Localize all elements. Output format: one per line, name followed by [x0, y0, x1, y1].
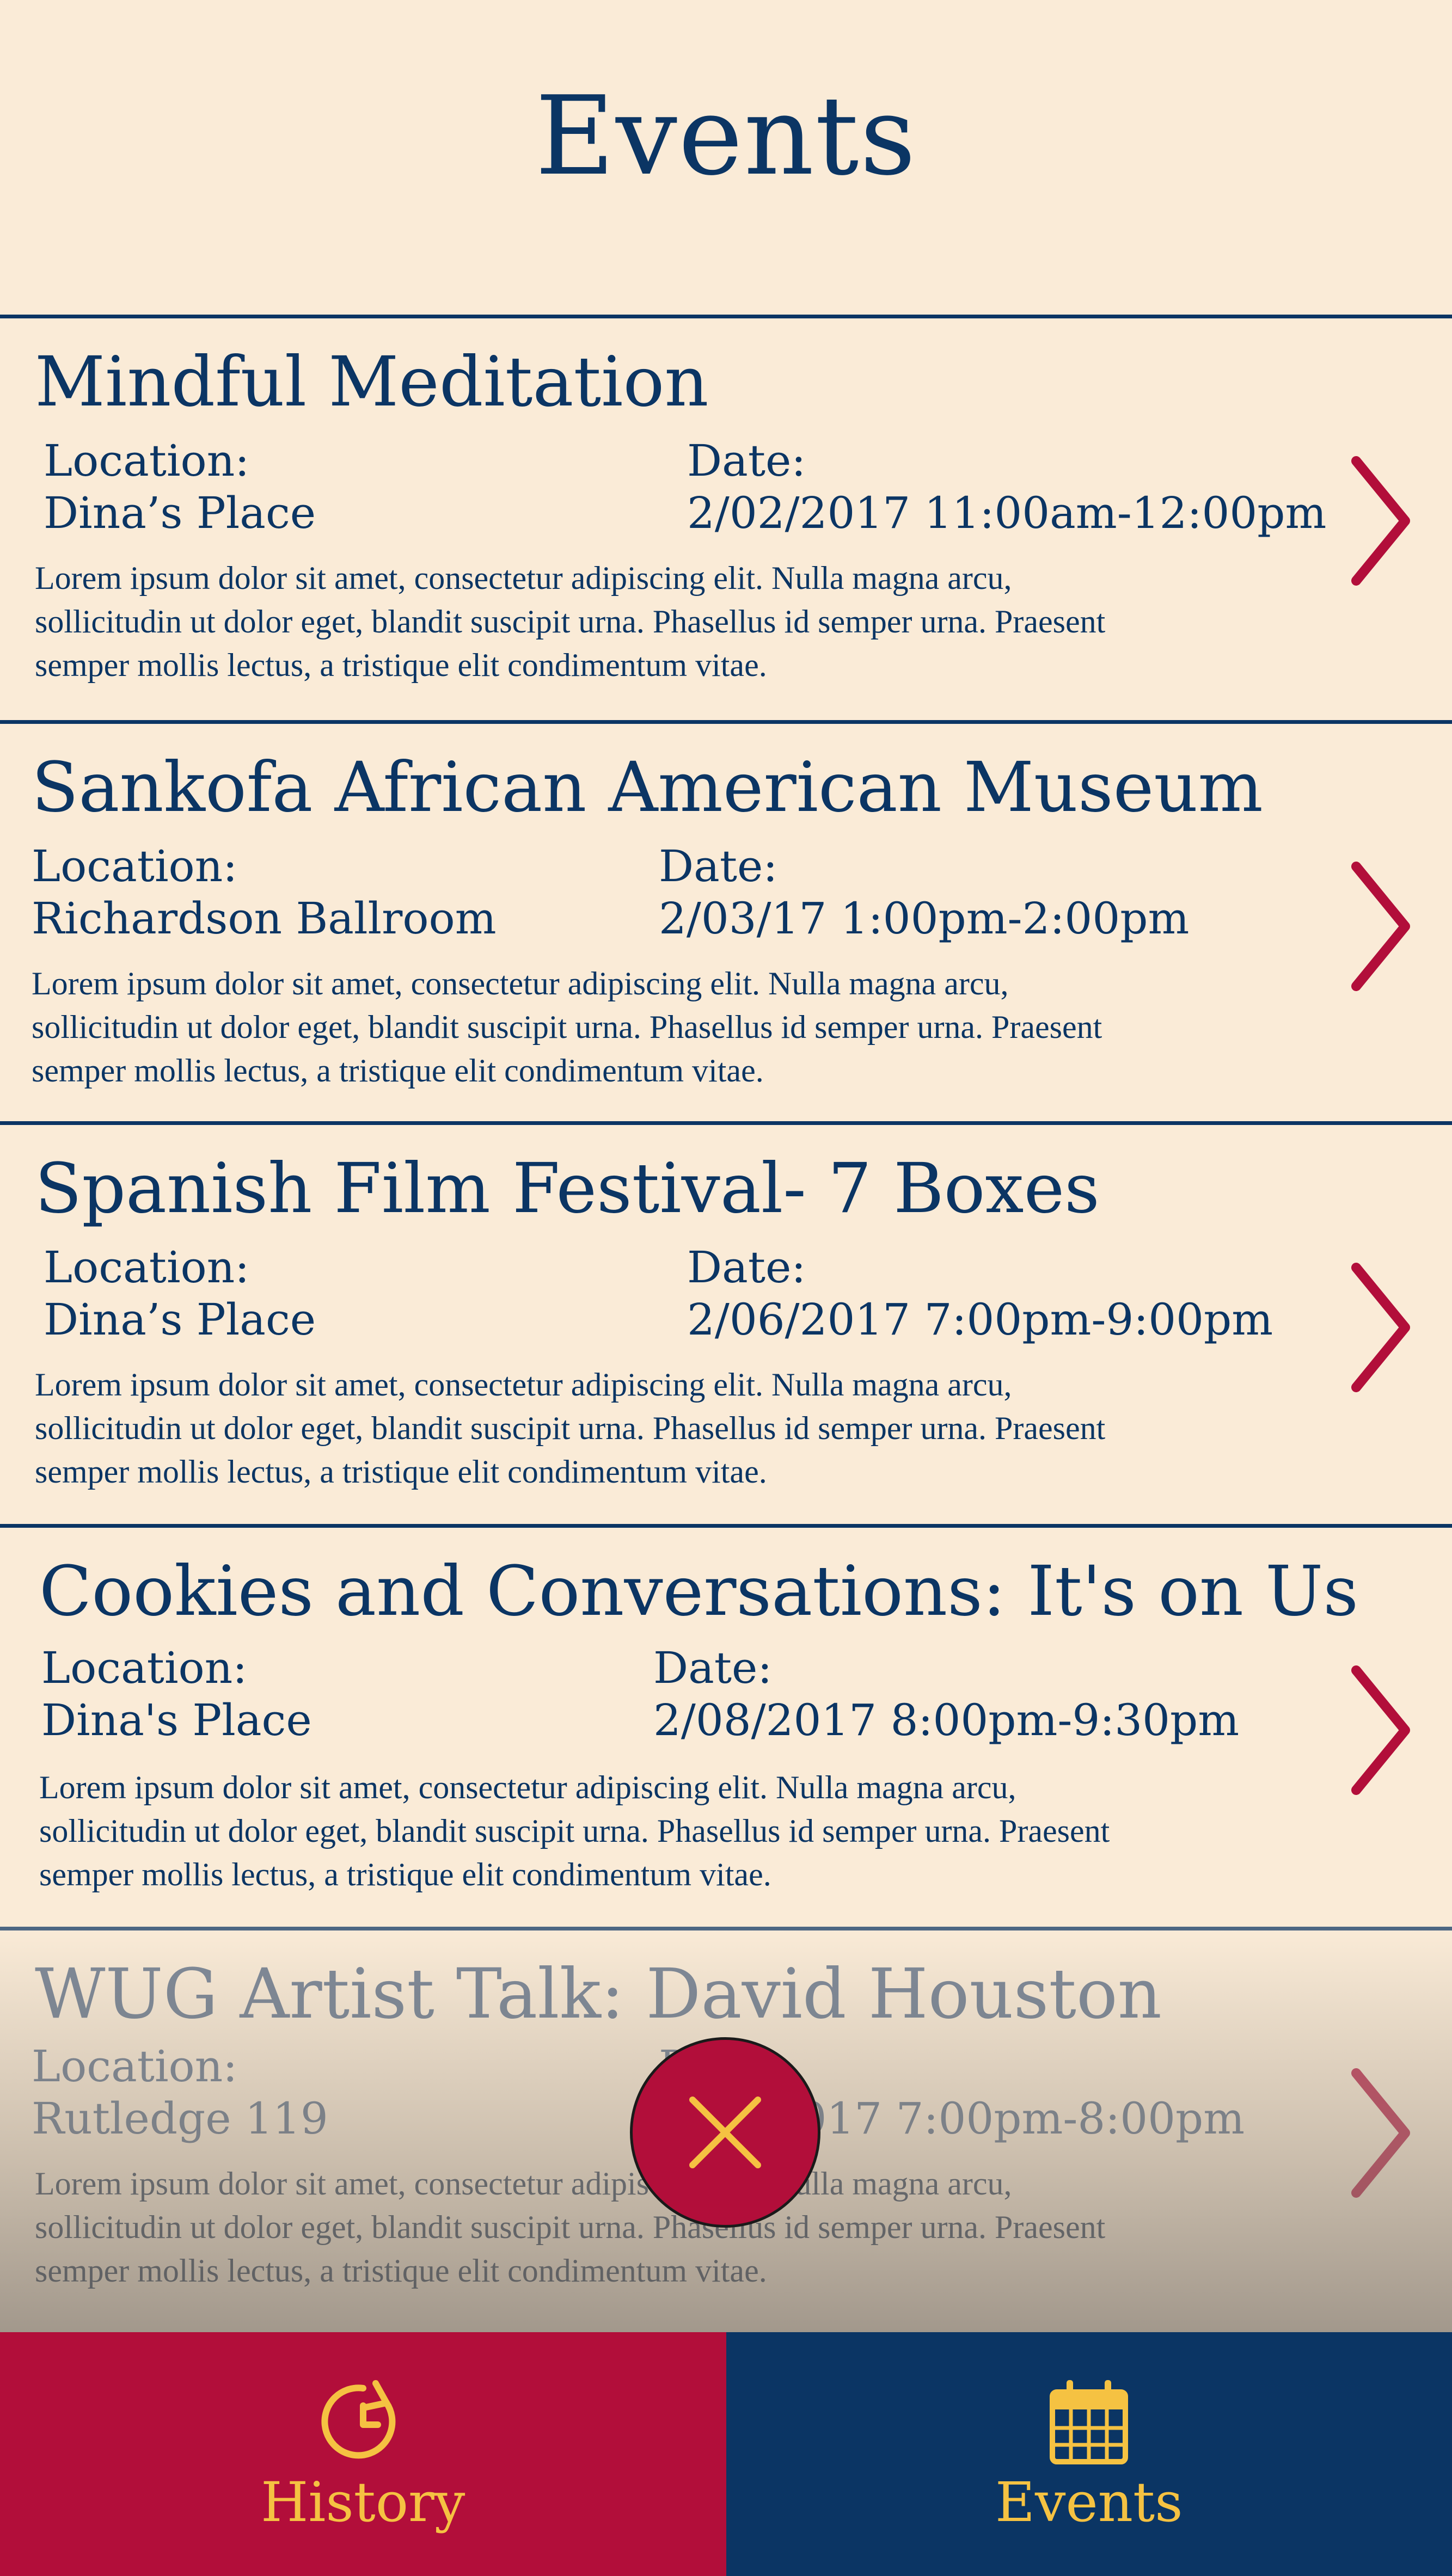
events-screen: Events Mindful Meditation Location: Dina…	[0, 0, 1452, 2576]
tab-history-label: History	[261, 2470, 465, 2534]
date-label: Date:	[687, 435, 806, 486]
calendar-icon	[1050, 2380, 1129, 2464]
event-title: Mindful Meditation	[35, 342, 709, 422]
event-location: Dina's Place	[41, 1695, 312, 1745]
location-label: Location:	[32, 841, 238, 892]
event-title: WUG Artist Talk: David Houston	[35, 1954, 1162, 2034]
tab-bar: History Events	[0, 2332, 1452, 2576]
location-label: Location:	[41, 1643, 248, 1693]
chevron-right-icon[interactable]	[1340, 2062, 1422, 2204]
event-title: Cookies and Conversations: It's on Us	[39, 1551, 1358, 1631]
event-date: 2/02/2017 11:00am-12:00pm	[687, 488, 1327, 538]
event-card[interactable]: Spanish Film Festival- 7 Boxes Location:…	[0, 1121, 1452, 1527]
event-location: Dina’s Place	[44, 1294, 316, 1345]
event-date: 2/03/17 1:00pm-2:00pm	[659, 893, 1190, 944]
event-date: 2/08/2017 8:00pm-9:30pm	[653, 1695, 1240, 1745]
event-location: Rutledge 119	[32, 2093, 328, 2144]
tab-events-label: Events	[995, 2470, 1183, 2534]
location-label: Location:	[44, 435, 250, 486]
event-description: Lorem ipsum dolor sit amet, consectetur …	[32, 966, 1102, 1089]
date-label: Date:	[687, 1242, 806, 1293]
location-label: Location:	[32, 2041, 238, 2092]
chevron-right-icon[interactable]	[1340, 856, 1422, 997]
location-label: Location:	[44, 1242, 250, 1293]
event-card[interactable]: Cookies and Conversations: It's on Us Lo…	[0, 1524, 1452, 1929]
event-description: Lorem ipsum dolor sit amet, consectetur …	[35, 560, 1106, 683]
chevron-right-icon[interactable]	[1340, 450, 1422, 592]
tab-history[interactable]: History	[0, 2332, 726, 2576]
event-date: 2/06/2017 7:00pm-9:00pm	[687, 1294, 1273, 1345]
page-title: Events	[535, 72, 917, 200]
close-icon	[689, 2097, 761, 2168]
chevron-right-icon[interactable]	[1340, 1257, 1422, 1398]
event-card[interactable]: Sankofa African American Museum Location…	[0, 720, 1452, 1124]
history-icon	[321, 2380, 396, 2459]
event-card[interactable]: Mindful Meditation Location: Dina’s Plac…	[0, 315, 1452, 723]
date-label: Date:	[653, 1643, 773, 1693]
date-label: Date:	[659, 841, 778, 892]
event-description: Lorem ipsum dolor sit amet, consectetur …	[39, 1769, 1110, 1892]
header: Events	[0, 0, 1452, 316]
tab-events[interactable]: Events	[726, 2332, 1452, 2576]
close-button[interactable]	[630, 2037, 820, 2228]
event-title: Spanish Film Festival- 7 Boxes	[35, 1148, 1100, 1228]
event-description: Lorem ipsum dolor sit amet, consectetur …	[35, 1367, 1106, 1490]
event-location: Dina’s Place	[44, 488, 316, 538]
event-description: Lorem ipsum dolor sit amet, consectetur …	[35, 2166, 1106, 2289]
chevron-right-icon[interactable]	[1340, 1659, 1422, 1801]
event-title: Sankofa African American Museum	[32, 747, 1263, 827]
event-location: Richardson Ballroom	[32, 893, 497, 944]
